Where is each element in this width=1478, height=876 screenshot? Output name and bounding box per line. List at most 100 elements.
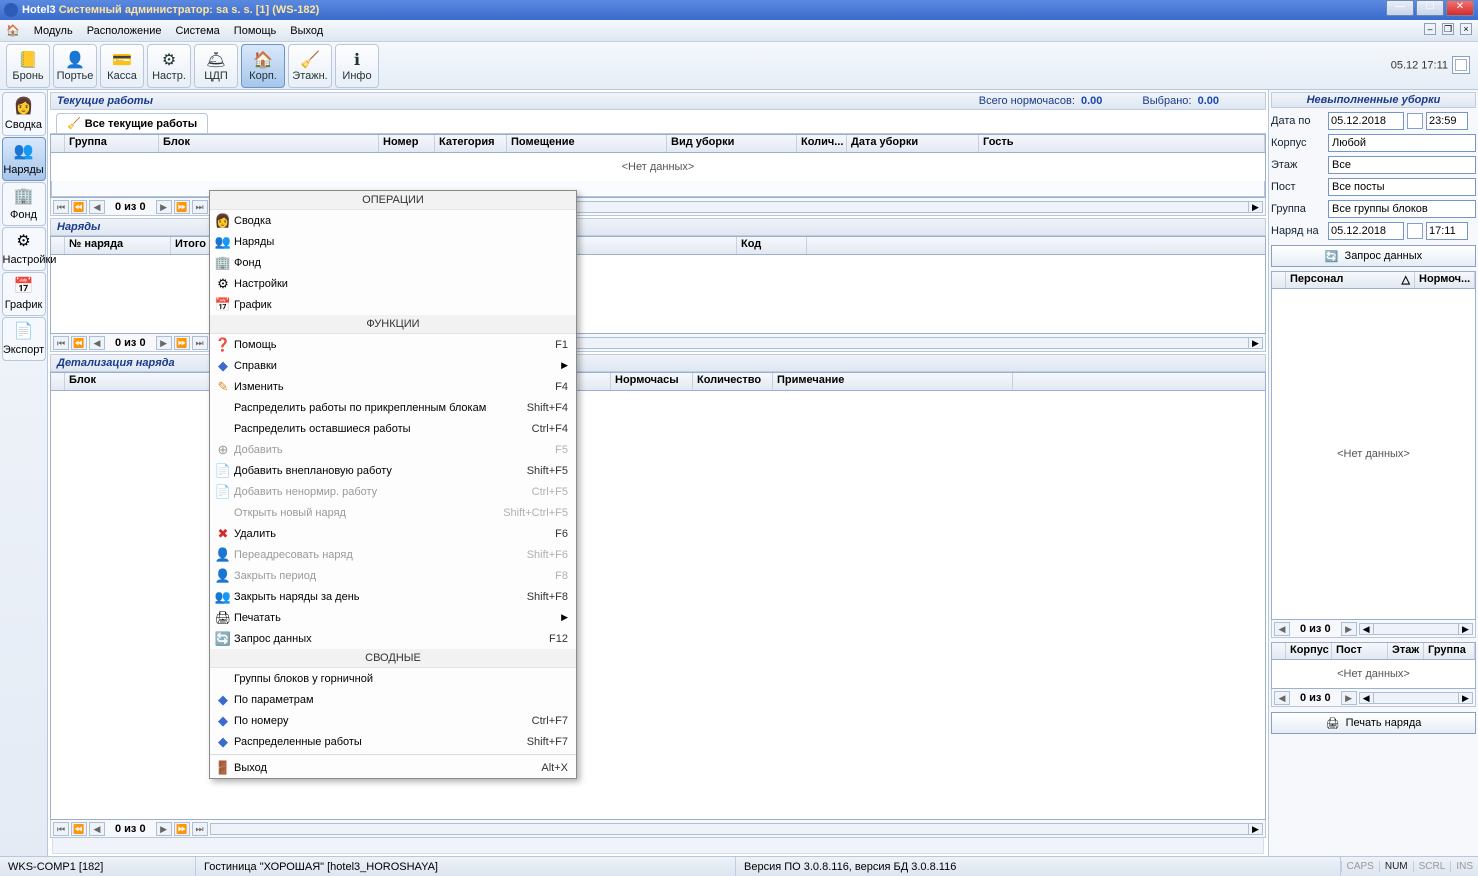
tb-info[interactable]: ℹИнфо bbox=[335, 44, 379, 88]
rp-grid-location[interactable]: Корпус Пост Этаж Группа <Нет данных> bbox=[1271, 642, 1476, 689]
input-order-date[interactable] bbox=[1328, 222, 1404, 240]
nav-prevpage[interactable]: ⏪ bbox=[71, 336, 87, 350]
nav-next[interactable]: ▶ bbox=[1341, 691, 1357, 705]
input-order-time[interactable] bbox=[1426, 222, 1468, 240]
child-close-button[interactable]: × bbox=[1460, 23, 1472, 35]
select-floor[interactable]: Все bbox=[1328, 156, 1476, 174]
cm-orders[interactable]: 👥Наряды bbox=[210, 231, 576, 252]
child-minimize-button[interactable]: – bbox=[1424, 23, 1436, 35]
sb-export[interactable]: 📄Экспорт bbox=[2, 317, 46, 361]
maximize-button[interactable]: ☐ bbox=[1416, 0, 1444, 16]
menu-exit[interactable]: Выход bbox=[290, 25, 323, 37]
col-hours[interactable]: Нормочасы bbox=[611, 373, 693, 390]
col-post[interactable]: Пост bbox=[1332, 643, 1388, 659]
col-qty[interactable]: Количество bbox=[693, 373, 773, 390]
home-icon[interactable]: 🏠 bbox=[6, 24, 20, 37]
tb-cdp[interactable]: 🛎ЦДП bbox=[194, 44, 238, 88]
nav-first[interactable]: ⏮ bbox=[53, 822, 69, 836]
rp-grid-personnel[interactable]: Персонал △ Нормоч... <Нет данных> bbox=[1271, 271, 1476, 620]
sb-settings[interactable]: ⚙Настройки bbox=[2, 227, 46, 271]
close-button[interactable]: ✕ bbox=[1446, 0, 1474, 16]
col-number[interactable]: Номер bbox=[379, 135, 435, 152]
calendar-icon[interactable] bbox=[1407, 113, 1423, 129]
tb-corp[interactable]: 🏠Корп. bbox=[241, 44, 285, 88]
cm-close-day[interactable]: 👥Закрыть наряды за деньShift+F8 bbox=[210, 586, 576, 607]
nav-next[interactable]: ▶ bbox=[1341, 622, 1357, 636]
col-floor[interactable]: Этаж bbox=[1388, 643, 1424, 659]
nav-last[interactable]: ⏭ bbox=[192, 200, 208, 214]
tb-floor[interactable]: 🧹Этажн. bbox=[288, 44, 332, 88]
h-scrollbar[interactable]: ◀▶ bbox=[1359, 623, 1473, 635]
tb-settings[interactable]: ⚙Настр. bbox=[147, 44, 191, 88]
print-order-button[interactable]: 🖨Печать наряда bbox=[1271, 712, 1476, 734]
cm-by-number[interactable]: ◆По номеруCtrl+F7 bbox=[210, 710, 576, 731]
cm-help[interactable]: ❓ПомощьF1 bbox=[210, 334, 576, 355]
grid-current[interactable]: Группа Блок Номер Категория Помещение Ви… bbox=[50, 134, 1266, 198]
child-restore-button[interactable]: ❐ bbox=[1442, 23, 1454, 35]
cm-exit[interactable]: 🚪ВыходAlt+X bbox=[210, 757, 576, 778]
col-block[interactable]: Блок bbox=[159, 135, 379, 152]
calendar-icon[interactable] bbox=[1407, 223, 1423, 239]
request-data-button[interactable]: 🔄Запрос данных bbox=[1271, 245, 1476, 267]
row-selector[interactable] bbox=[51, 373, 65, 390]
sb-summary[interactable]: 👩Сводка bbox=[2, 92, 46, 136]
nav-prev[interactable]: ◀ bbox=[89, 336, 105, 350]
cm-reports[interactable]: ◆Справки▶ bbox=[210, 355, 576, 376]
nav-next[interactable]: ▶ bbox=[156, 336, 172, 350]
cm-delete[interactable]: ✖УдалитьF6 bbox=[210, 523, 576, 544]
col-corpus[interactable]: Корпус bbox=[1286, 643, 1332, 659]
cm-add-unplanned[interactable]: 📄Добавить внеплановую работуShift+F5 bbox=[210, 460, 576, 481]
col-date[interactable]: Дата уборки bbox=[847, 135, 979, 152]
calendar-icon[interactable] bbox=[1452, 56, 1470, 74]
nav-nextpage[interactable]: ⏩ bbox=[174, 822, 190, 836]
input-time-to[interactable] bbox=[1426, 112, 1468, 130]
col-hours[interactable]: Нормоч... bbox=[1415, 272, 1475, 288]
nav-prev[interactable]: ◀ bbox=[1274, 691, 1290, 705]
tb-kassa[interactable]: 💳Касса bbox=[100, 44, 144, 88]
nav-prevpage[interactable]: ⏪ bbox=[71, 822, 87, 836]
nav-first[interactable]: ⏮ bbox=[53, 200, 69, 214]
input-date-to[interactable] bbox=[1328, 112, 1404, 130]
sb-fund[interactable]: 🏢Фонд bbox=[2, 182, 46, 226]
h-scrollbar[interactable]: ◀▶ bbox=[1359, 692, 1473, 704]
col-order-no[interactable]: № наряда bbox=[65, 237, 171, 254]
col-group[interactable]: Группа bbox=[1424, 643, 1475, 659]
cm-print[interactable]: 🖨Печатать▶ bbox=[210, 607, 576, 628]
nav-prev[interactable]: ◀ bbox=[1274, 622, 1290, 636]
nav-prevpage[interactable]: ⏪ bbox=[71, 200, 87, 214]
nav-nextpage[interactable]: ⏩ bbox=[174, 200, 190, 214]
row-selector[interactable] bbox=[51, 135, 65, 152]
cm-settings[interactable]: ⚙Настройки bbox=[210, 273, 576, 294]
col-group[interactable]: Группа bbox=[65, 135, 159, 152]
cm-groups-maid[interactable]: Группы блоков у горничной bbox=[210, 668, 576, 689]
col-cleaning[interactable]: Вид уборки bbox=[667, 135, 797, 152]
col-guest[interactable]: Гость bbox=[979, 135, 1265, 152]
nav-last[interactable]: ⏭ bbox=[192, 822, 208, 836]
nav-last[interactable]: ⏭ bbox=[192, 336, 208, 350]
nav-next[interactable]: ▶ bbox=[156, 822, 172, 836]
menu-help[interactable]: Помощь bbox=[234, 25, 277, 37]
sb-schedule[interactable]: 📅График bbox=[2, 272, 46, 316]
menu-module[interactable]: Модуль bbox=[34, 25, 73, 37]
nav-first[interactable]: ⏮ bbox=[53, 336, 69, 350]
cm-distribute-attached[interactable]: Распределить работы по прикрепленным бло… bbox=[210, 397, 576, 418]
tab-all-current[interactable]: 🧹Все текущие работы bbox=[56, 113, 208, 133]
cm-distributed[interactable]: ◆Распределенные работыShift+F7 bbox=[210, 731, 576, 752]
nav-next[interactable]: ▶ bbox=[156, 200, 172, 214]
nav-prev[interactable]: ◀ bbox=[89, 822, 105, 836]
col-note[interactable]: Примечание bbox=[773, 373, 1013, 390]
nav-prev[interactable]: ◀ bbox=[89, 200, 105, 214]
col-qty[interactable]: Колич... bbox=[797, 135, 847, 152]
cm-summary[interactable]: 👩Сводка bbox=[210, 210, 576, 231]
h-scrollbar[interactable]: ▶ bbox=[210, 823, 1263, 835]
minimize-button[interactable]: — bbox=[1386, 0, 1414, 16]
col-code[interactable]: Код bbox=[737, 237, 807, 254]
cm-fund[interactable]: 🏢Фонд bbox=[210, 252, 576, 273]
col-category[interactable]: Категория bbox=[435, 135, 507, 152]
tb-bron[interactable]: 📒Бронь bbox=[6, 44, 50, 88]
cm-distribute-rest[interactable]: Распределить оставшиеся работыCtrl+F4 bbox=[210, 418, 576, 439]
tb-porter[interactable]: 👤Портье bbox=[53, 44, 97, 88]
row-selector[interactable] bbox=[51, 237, 65, 254]
col-room[interactable]: Помещение bbox=[507, 135, 667, 152]
menu-layout[interactable]: Расположение bbox=[87, 25, 162, 37]
